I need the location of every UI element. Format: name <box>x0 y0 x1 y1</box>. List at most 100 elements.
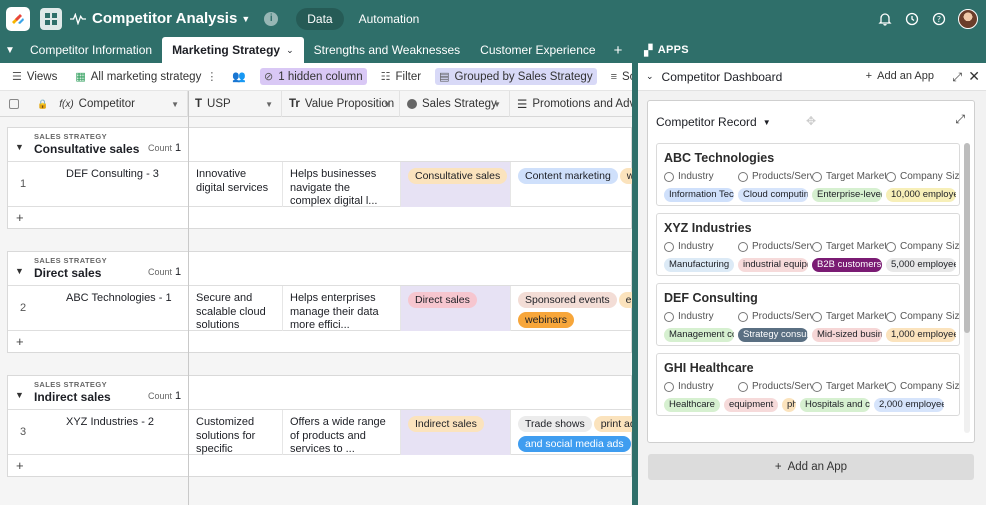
record-name: ABC Technologies <box>664 151 775 165</box>
table-row[interactable]: 2 ABC Technologies - 1 Secure and scalab… <box>8 286 632 331</box>
scrollbar-thumb[interactable] <box>964 143 970 333</box>
nav-data[interactable]: Data <box>296 7 344 30</box>
bell-icon[interactable] <box>877 11 892 26</box>
record-card[interactable]: GHI Healthcare Industry Products/Service… <box>656 353 960 416</box>
cell-promotions[interactable]: Sponsored eventsemail webinars <box>511 286 632 331</box>
views-button[interactable]: ☰ Views <box>8 68 61 85</box>
column-value-proposition[interactable]: Tr Value Proposition ▼ <box>282 91 400 117</box>
expand-icon[interactable]: ⤢ <box>952 70 962 85</box>
share-icon: 👥 <box>232 71 247 83</box>
field-label: Products/Services <box>752 241 812 252</box>
field-products: Products/Services <box>738 241 812 252</box>
field-label: Target Market <box>826 381 886 392</box>
value-pill: Information Technology <box>664 188 734 202</box>
tab-strengths-and-weaknesses[interactable]: Strengths and Weaknesses <box>304 37 471 63</box>
field-label: Target Market <box>826 171 886 182</box>
row-number: 2 <box>19 302 27 314</box>
record-card[interactable]: XYZ Industries Industry Products/Service… <box>656 213 960 276</box>
pulse-icon <box>70 12 86 25</box>
cell-sales-strategy[interactable]: Direct sales <box>401 286 511 331</box>
view-name: All marketing strategy <box>90 70 202 83</box>
cell-promotions[interactable]: Trade showsprint advertising and social m… <box>511 410 632 455</box>
info-icon[interactable]: i <box>264 11 279 26</box>
filter-button[interactable]: ☷ Filter <box>377 68 425 85</box>
field-company-size: Company Size <box>886 311 959 322</box>
cell-usp[interactable]: Innovative digital services <box>189 162 283 207</box>
group-title: Indirect sales <box>34 390 111 404</box>
value-pill: Management consulting <box>664 328 734 342</box>
column-competitor[interactable]: 🔒 f(x) Competitor ▼ <box>30 91 188 117</box>
collapse-arrow-icon[interactable]: ▼ <box>15 390 24 400</box>
group-button[interactable]: ▤ Grouped by Sales Strategy <box>435 68 597 85</box>
table-row[interactable]: 1 DEF Consulting - 3 Innovative digital … <box>8 162 632 207</box>
sales-strategy-pill: Indirect sales <box>408 416 484 432</box>
column-sales-strategy[interactable]: Sales Strategy ▼ <box>400 91 510 117</box>
close-icon[interactable]: ✕ <box>968 68 980 85</box>
collapse-arrow-icon[interactable]: ▼ <box>15 142 24 152</box>
chevron-down-icon[interactable]: ▼ <box>171 100 179 109</box>
grid-icon[interactable] <box>40 7 62 30</box>
promo-pill: print advertising <box>593 416 632 432</box>
nav-automation[interactable]: Automation <box>348 8 431 30</box>
add-table-plus-icon[interactable]: + <box>606 37 631 63</box>
record-card[interactable]: ABC Technologies Industry Products/Servi… <box>656 143 960 206</box>
add-record-button[interactable]: + <box>8 207 632 229</box>
group-header[interactable]: ▼ SALES STRATEGY Consultative sales Coun… <box>8 128 632 162</box>
value-pill: Cloud computing <box>738 188 808 202</box>
hide-fields-button[interactable]: ⊘ 1 hidden column <box>260 68 367 85</box>
column-promotions[interactable]: ☰ Promotions and Advertising <box>510 91 632 117</box>
chevron-down-icon[interactable]: ▼ <box>265 100 273 109</box>
chevron-down-icon[interactable]: ▼ <box>383 100 391 109</box>
history-icon[interactable] <box>904 11 919 26</box>
group-header[interactable]: ▼ SALES STRATEGY Indirect sales Count 1 <box>8 376 632 410</box>
avatar[interactable] <box>958 8 978 29</box>
lock-icon: 🔒 <box>37 98 49 109</box>
dashboard-switcher[interactable]: ⌄ Competitor Dashboard <box>646 70 782 84</box>
table-row[interactable]: 3 XYZ Industries - 2 Customized solution… <box>8 410 632 455</box>
record-fields: Industry Products/Services Target Market… <box>664 381 959 392</box>
add-app-button[interactable]: + Add an App <box>866 70 934 82</box>
cell-usp[interactable]: Customized solutions for specific <box>189 410 283 455</box>
expand-app-icon[interactable]: ⤢ <box>955 112 965 127</box>
record-values: Management consulting Strategy consultin… <box>664 328 956 342</box>
cell-promotions[interactable]: Content marketingwebinars <box>511 162 632 207</box>
apps-panel: ▞ APPS ⌄ Competitor Dashboard + Add an Ap… <box>638 37 986 505</box>
field-products: Products/Services <box>738 311 812 322</box>
select-field-icon <box>886 311 896 322</box>
add-app-bottom-button[interactable]: + Add an App <box>648 454 974 480</box>
help-icon[interactable]: ? <box>931 11 946 26</box>
cell-sales-strategy[interactable]: Indirect sales <box>401 410 511 455</box>
base-title[interactable]: Competitor Analysis ▼ <box>92 10 250 27</box>
cell-usp[interactable]: Secure and scalable cloud solutions <box>189 286 283 331</box>
eye-off-icon: ⊘ <box>264 71 274 83</box>
cell-value-proposition[interactable]: Offers a wide range of products and serv… <box>283 410 401 455</box>
view-switcher[interactable]: ▦ All marketing strategy ⋮ 👥 <box>71 68 250 85</box>
cell-value-proposition[interactable]: Helps businesses navigate the complex di… <box>283 162 401 207</box>
cell-sales-strategy[interactable]: Consultative sales <box>401 162 511 207</box>
field-target-market: Target Market <box>812 381 886 392</box>
group-header[interactable]: ▼ SALES STRATEGY Direct sales Count 1 <box>8 252 632 286</box>
add-record-button[interactable]: + <box>8 455 632 477</box>
app-logo[interactable] <box>6 6 30 31</box>
cell-value-proposition[interactable]: Helps enterprises manage their data more… <box>283 286 401 331</box>
chevron-down-icon[interactable]: ▼ <box>493 100 501 109</box>
formula-icon: f(x) <box>59 98 74 110</box>
cell-competitor[interactable]: ABC Technologies - 1 <box>38 286 189 331</box>
cell-competitor[interactable]: XYZ Industries - 2 <box>38 410 189 455</box>
group-kicker: SALES STRATEGY <box>34 256 107 265</box>
column-label: Promotions and Advertising <box>532 98 632 110</box>
chevron-down-icon[interactable]: ⌄ <box>286 45 294 56</box>
drag-handle-icon[interactable]: ✥ <box>806 114 816 128</box>
tab-marketing-strategy[interactable]: Marketing Strategy ⌄ <box>162 37 304 63</box>
tab-competitor-information[interactable]: Competitor Information <box>20 37 162 63</box>
cell-competitor[interactable]: DEF Consulting - 3 <box>38 162 189 207</box>
column-usp[interactable]: T USP ▼ <box>188 91 282 117</box>
tab-customer-experience[interactable]: Customer Experience <box>470 37 605 63</box>
tables-menu-chevron-icon[interactable]: ▼ <box>0 37 20 63</box>
select-all-checkbox[interactable] <box>0 91 30 117</box>
record-table-selector[interactable]: Competitor Record ▼ <box>656 115 771 129</box>
svg-text:?: ? <box>936 15 940 24</box>
add-record-button[interactable]: + <box>8 331 632 353</box>
record-card[interactable]: DEF Consulting Industry Products/Service… <box>656 283 960 346</box>
collapse-arrow-icon[interactable]: ▼ <box>15 266 24 276</box>
